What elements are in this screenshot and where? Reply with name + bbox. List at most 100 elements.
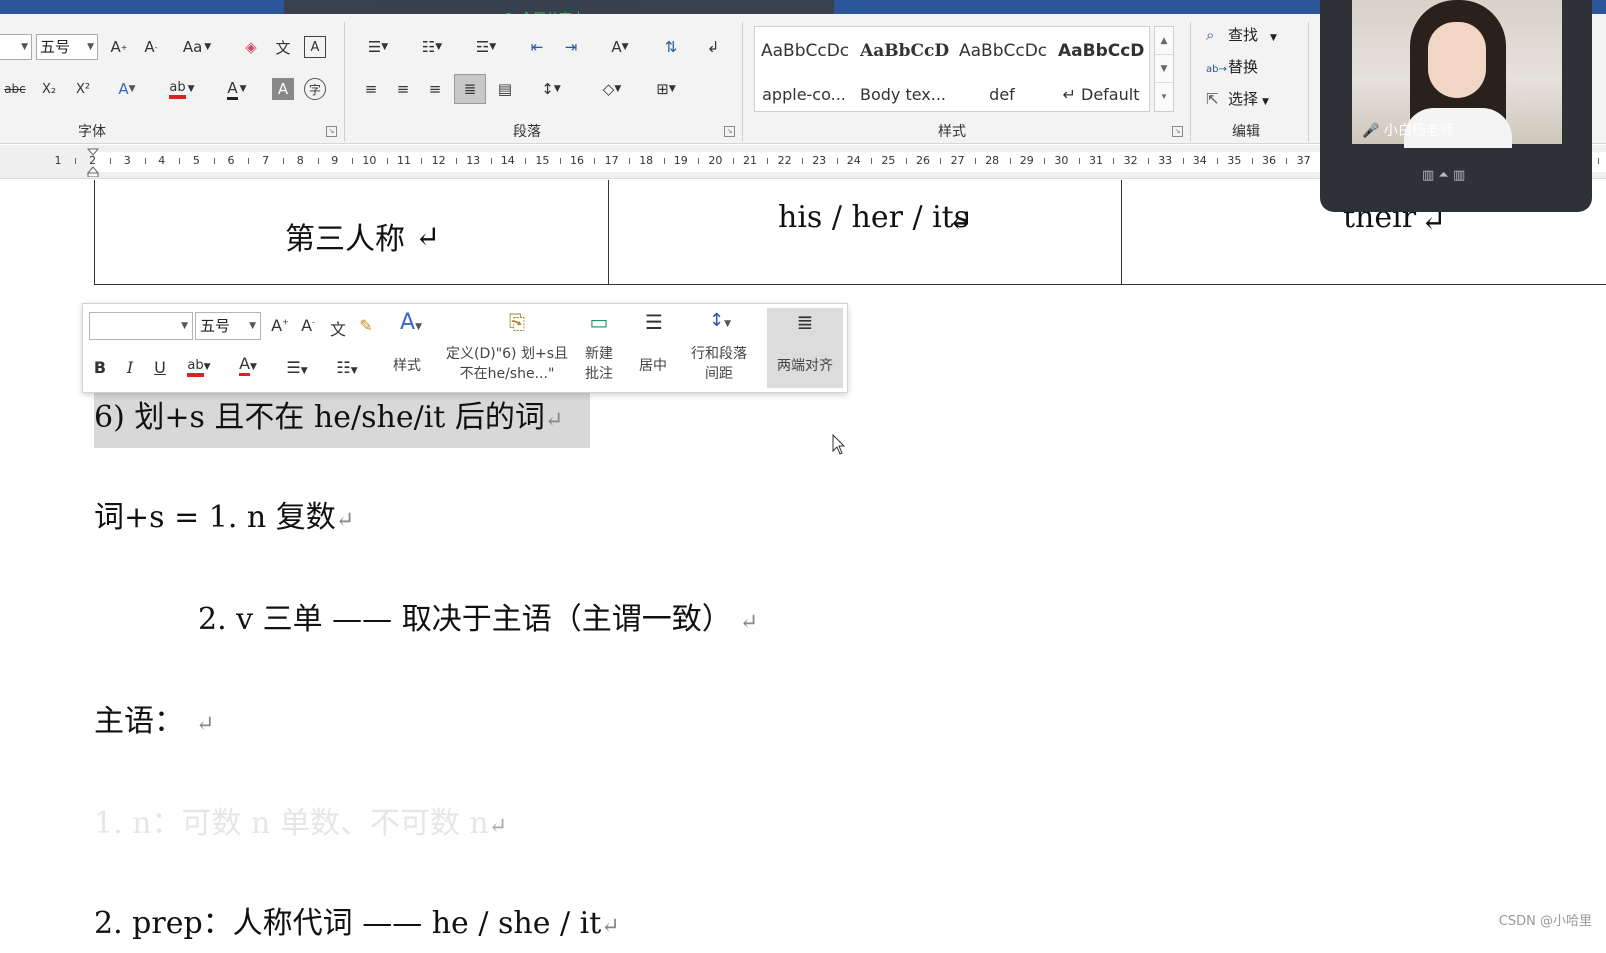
font-color-icon[interactable]: A ▼ [220, 78, 254, 100]
align-center-icon[interactable]: ≡ [390, 78, 416, 100]
font-name-combo[interactable]: ▼ [0, 34, 32, 60]
styles-group-label: 样式 [938, 124, 966, 140]
show-marks-icon[interactable]: ↲ [700, 36, 726, 58]
line-spacing-mini-icon[interactable]: ↕▼ [695, 310, 745, 331]
style-def[interactable]: AaBbCcDc def [953, 27, 1051, 111]
increase-indent-icon[interactable]: ⇥ [558, 36, 584, 58]
distributed-icon[interactable]: ▤ [492, 78, 518, 100]
mini-styles-button[interactable]: 样式 [387, 356, 427, 376]
superscript-icon[interactable]: X² [72, 78, 94, 100]
text-effects-icon[interactable]: A ▼ [110, 78, 144, 100]
underline-icon[interactable]: U [151, 358, 169, 377]
ruler-number: 11 [397, 154, 411, 167]
define-style-button[interactable]: 定义(D)"6) 划+s且 不在he/she..." [433, 344, 581, 384]
borders-icon[interactable]: ⊞ ▼ [646, 78, 686, 100]
table-cell[interactable]: his / her / its ↵ [608, 180, 1121, 284]
ruler-tick [628, 158, 630, 164]
new-comment-icon[interactable]: ▭ [581, 310, 617, 334]
italic-icon[interactable]: I [121, 358, 139, 377]
line-text: 2. prep：人称代词 —— he / she / it [94, 906, 602, 941]
mini-bullets-icon[interactable]: ☰▼ [277, 358, 317, 377]
strikethrough-icon[interactable]: abc [2, 78, 28, 100]
font-dialog-launcher-icon[interactable]: ↘ [326, 126, 337, 137]
justify-mini-icon[interactable]: ≣ [787, 310, 823, 334]
subscript-icon[interactable]: X₂ [38, 78, 60, 100]
paragraph-mark: ↵ [196, 712, 215, 737]
justify-button[interactable]: 两端对齐 [767, 356, 843, 376]
faded-body-line[interactable]: 1. n：可数 n 单数、不可数 n↵ [94, 798, 507, 842]
presenter-video[interactable]: 🎤 小白杨老师 ▥ ⏶ ▥ [1320, 0, 1592, 212]
styles-dialog-launcher-icon[interactable]: ↘ [1172, 126, 1183, 137]
shrink-font-icon[interactable]: A- [140, 36, 162, 58]
align-right-icon[interactable]: ≡ [422, 78, 448, 100]
grow-font-icon[interactable]: A + [108, 36, 130, 58]
group-divider [344, 22, 345, 142]
clear-format-icon[interactable]: ◈ [240, 36, 262, 58]
numbering-icon[interactable]: ☷ ▼ [410, 36, 454, 58]
group-divider [742, 22, 743, 142]
enclose-char-icon[interactable]: 字 [304, 78, 326, 100]
mini-font-color-icon[interactable]: A▼ [231, 354, 265, 376]
body-line[interactable]: 2. v 三单 —— 取决于主语（主谓一致） ↵ [198, 594, 758, 638]
align-left-icon[interactable]: ≡ [358, 78, 384, 100]
define-style-icon[interactable]: ⎘ [497, 310, 537, 334]
styles-gallery-scroll[interactable]: ▲ ▼ ▾ [1154, 26, 1174, 112]
ruler-tick [525, 158, 527, 164]
sort-icon[interactable]: ⇅ [658, 36, 684, 58]
mouse-cursor-icon [832, 434, 846, 455]
select-button[interactable]: ⇱ 选择 ▼ [1206, 88, 1269, 109]
new-comment-label-2: 批注 [585, 366, 613, 382]
ruler-tick [213, 158, 215, 164]
chinese-layout-icon[interactable]: A ▼ [600, 36, 640, 58]
mini-phonetic-icon[interactable]: 文 [327, 316, 349, 340]
font-size-combo[interactable]: 五号 ▼ [36, 34, 98, 60]
ruler-tick [871, 158, 873, 164]
paragraph-dialog-launcher-icon[interactable]: ↘ [724, 126, 735, 137]
style-body-text[interactable]: AaBbCcDc Body tex... [854, 27, 952, 111]
body-line[interactable]: 2. prep：人称代词 —— he / she / it↵ [94, 898, 620, 942]
line-spacing-icon[interactable]: ↕ ▼ [532, 78, 570, 100]
style-default[interactable]: AaBbCcD ↵ Default [1052, 27, 1150, 111]
paragraph-mark: ↵ [488, 814, 508, 839]
body-line[interactable]: 词+s = 1. n 复数↵ [94, 492, 354, 536]
decrease-indent-icon[interactable]: ⇤ [524, 36, 550, 58]
style-apple-converted[interactable]: AaBbCcDc apple-co... [755, 27, 853, 111]
change-case-button[interactable]: Aa ▼ [178, 36, 216, 58]
multilevel-list-icon[interactable]: ☲ ▼ [464, 36, 508, 58]
phonetic-guide-icon[interactable]: 文 [272, 36, 294, 58]
table-cell[interactable]: 第三人称 ↵ [95, 180, 608, 284]
styles-pane-icon[interactable]: A▼ [391, 310, 431, 335]
char-shading-icon[interactable]: A [272, 78, 294, 100]
replace-button[interactable]: ab→替换 [1206, 56, 1258, 77]
bullets-icon[interactable]: ☰ ▼ [358, 36, 398, 58]
more-styles-icon[interactable]: ▾ [1155, 83, 1173, 111]
mini-shrink-font-icon[interactable]: A- [297, 316, 319, 335]
new-comment-button[interactable]: 新建 批注 [579, 344, 619, 384]
mini-font-size-combo[interactable]: 五号 ▼ [195, 312, 261, 340]
highlight-color-icon[interactable]: ab ▼ [162, 78, 202, 100]
ruler-number: 29 [1019, 154, 1034, 167]
mini-highlight-icon[interactable]: ab▼ [179, 354, 219, 377]
center-button[interactable]: 居中 [633, 356, 673, 376]
scroll-down-icon[interactable]: ▼ [1155, 55, 1173, 83]
scroll-up-icon[interactable]: ▲ [1155, 27, 1173, 55]
ruler-tick [490, 158, 492, 164]
group-divider [1190, 22, 1191, 142]
shading-icon[interactable]: ◇ ▼ [592, 78, 632, 100]
ruler-number: 5 [192, 154, 200, 167]
char-border-icon[interactable]: A [304, 36, 326, 58]
table-cell-text: 第三人称 [285, 222, 405, 257]
ruler-number: 12 [431, 154, 446, 167]
justify-icon[interactable]: ≣ [454, 74, 486, 104]
format-painter-icon[interactable]: ✎ [355, 316, 377, 335]
video-collapse-icon[interactable]: ▥ ⏶ ▥ [1422, 168, 1465, 183]
bold-icon[interactable]: B [91, 358, 109, 377]
mini-numbering-icon[interactable]: ☷▼ [327, 358, 367, 377]
mini-grow-font-icon[interactable]: A+ [269, 316, 291, 335]
center-align-icon[interactable]: ☰ [639, 310, 669, 334]
find-button[interactable]: ⌕ 查找 ▼ [1206, 24, 1277, 45]
mini-font-name-combo[interactable]: ▼ [89, 312, 193, 340]
line-spacing-button[interactable]: 行和段落 间距 [683, 344, 755, 384]
body-line[interactable]: 主语： ↵ [94, 696, 214, 740]
document-page[interactable]: 第三人称 ↵ his / her / its ↵ their ↵ 6) 划+s 且不在… [0, 180, 1606, 953]
